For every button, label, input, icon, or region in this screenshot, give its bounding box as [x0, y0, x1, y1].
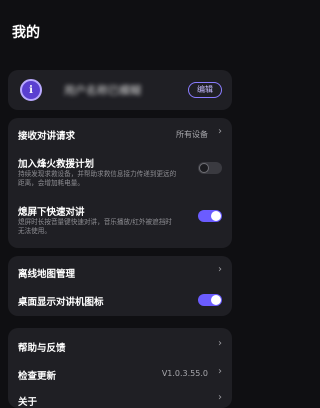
row-title: 检查更新	[18, 371, 57, 382]
rescue-plan-row: 加入烽火救援计划 持续发现求救设备，并帮助求救信息接力传递到更远的距离，会增加耗…	[8, 146, 232, 196]
chevron-right-icon: ›	[218, 392, 222, 403]
avatar-letter: i	[29, 84, 33, 96]
profile-card[interactable]: i 用户名称已模糊 编辑	[8, 70, 232, 110]
settings-group-map: 离线地图管理 › 桌面显示对讲机图标	[8, 256, 232, 316]
desktop-icon-toggle[interactable]	[198, 294, 222, 306]
toggle-knob	[211, 295, 221, 305]
row-description: 熄屏时长按音量键快速对讲，音乐播放/红外被遮挡时无法使用。	[18, 218, 172, 235]
row-title: 接收对讲请求	[18, 131, 76, 142]
toggle-knob	[211, 211, 221, 221]
help-feedback-row[interactable]: 帮助与反馈 ›	[8, 328, 232, 356]
chevron-right-icon: ›	[218, 338, 222, 349]
row-description: 持续发现求救设备，并帮助求救信息接力传递到更远的距离，会增加耗电量。	[18, 170, 177, 187]
page-title: 我的	[12, 25, 40, 41]
offline-map-row[interactable]: 离线地图管理 ›	[8, 256, 232, 286]
lock-screen-talk-toggle[interactable]	[198, 210, 222, 222]
desktop-icon-row: 桌面显示对讲机图标	[8, 286, 232, 316]
version-value: V1.0.3.55.0	[161, 369, 208, 378]
row-title: 加入烽火救援计划	[18, 159, 95, 170]
about-row[interactable]: 关于 ›	[8, 384, 232, 408]
chevron-right-icon: ›	[218, 366, 222, 377]
rescue-plan-toggle[interactable]	[198, 162, 222, 174]
avatar[interactable]: i	[20, 79, 42, 101]
settings-group-intercom: 接收对讲请求 所有设备 › 加入烽火救援计划 持续发现求救设备，并帮助求救信息接…	[8, 118, 232, 248]
toggle-knob	[199, 163, 209, 173]
row-title: 帮助与反馈	[18, 343, 66, 354]
row-title: 离线地图管理	[18, 269, 76, 280]
settings-group-about: 帮助与反馈 › 检查更新 V1.0.3.55.0 › 关于 ›	[8, 328, 232, 408]
lock-screen-talk-row: 熄屏下快速对讲 熄屏时长按音量键快速对讲，音乐播放/红外被遮挡时无法使用。	[8, 196, 232, 248]
profile-name: 用户名称已模糊	[64, 84, 141, 97]
row-title: 熄屏下快速对讲	[18, 207, 85, 218]
row-title: 桌面显示对讲机图标	[18, 297, 104, 308]
check-update-row[interactable]: 检查更新 V1.0.3.55.0 ›	[8, 356, 232, 384]
receive-requests-row[interactable]: 接收对讲请求 所有设备 ›	[8, 118, 232, 146]
row-value: 所有设备	[176, 130, 208, 139]
edit-button[interactable]: 编辑	[188, 82, 222, 98]
chevron-right-icon: ›	[218, 126, 222, 137]
row-title: 关于	[18, 397, 38, 408]
chevron-right-icon: ›	[218, 264, 222, 275]
